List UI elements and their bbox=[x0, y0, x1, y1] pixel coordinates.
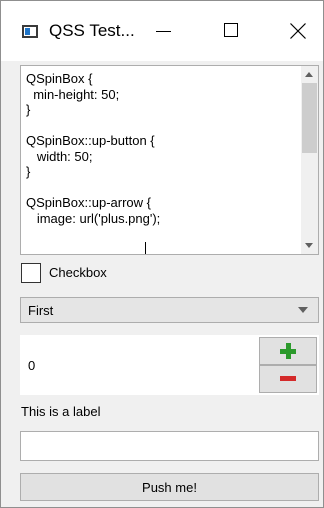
checkbox-label[interactable]: Checkbox bbox=[49, 265, 107, 280]
window-title: QSS Test... bbox=[49, 21, 135, 40]
spin-box-value[interactable]: 0 bbox=[28, 358, 35, 373]
scroll-up-arrow-icon[interactable] bbox=[301, 66, 318, 83]
spin-up-button[interactable] bbox=[259, 337, 317, 365]
app-window-icon bbox=[22, 25, 38, 38]
minimize-icon bbox=[156, 31, 171, 32]
spin-down-button[interactable] bbox=[259, 365, 317, 393]
plus-icon bbox=[280, 343, 296, 359]
text-caret bbox=[145, 242, 146, 254]
maximize-button[interactable] bbox=[207, 1, 255, 61]
title-bar[interactable]: QSS Test... bbox=[1, 1, 323, 61]
editor-text[interactable]: QSpinBox { min-height: 50; } QSpinBox::u… bbox=[26, 71, 296, 226]
spin-box[interactable]: 0 bbox=[20, 335, 319, 395]
text-label: This is a label bbox=[21, 404, 101, 419]
combo-selected-value: First bbox=[28, 303, 54, 318]
push-button[interactable]: Push me! bbox=[20, 473, 319, 501]
chevron-down-icon bbox=[298, 307, 308, 313]
minus-icon bbox=[280, 376, 296, 381]
scroll-down-arrow-icon[interactable] bbox=[301, 237, 318, 254]
scroll-thumb[interactable] bbox=[302, 83, 317, 153]
minimize-button[interactable] bbox=[139, 1, 187, 61]
editor-vertical-scrollbar[interactable] bbox=[301, 66, 318, 254]
app-icon-pane bbox=[25, 28, 30, 35]
close-button[interactable] bbox=[275, 1, 323, 61]
push-button-label: Push me! bbox=[142, 480, 197, 495]
main-window: QSS Test... QSpinBox { min-height: 50; }… bbox=[0, 0, 324, 508]
checkbox-box[interactable] bbox=[21, 263, 41, 283]
checkbox-row[interactable]: Checkbox bbox=[21, 263, 221, 285]
close-icon bbox=[290, 23, 306, 39]
plus-icon-vertical bbox=[286, 343, 291, 359]
combo-box[interactable]: First bbox=[20, 297, 319, 323]
stylesheet-editor[interactable]: QSpinBox { min-height: 50; } QSpinBox::u… bbox=[20, 65, 319, 255]
line-edit[interactable] bbox=[20, 431, 319, 461]
maximize-icon bbox=[224, 23, 238, 37]
